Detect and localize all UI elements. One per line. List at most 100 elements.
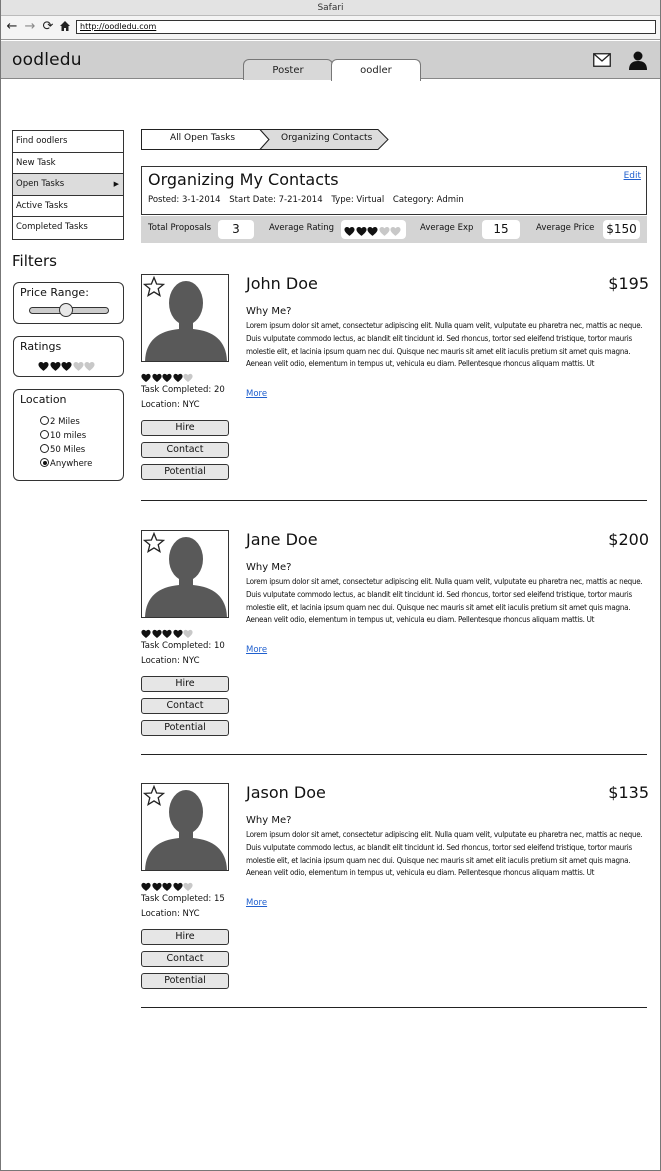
average-exp-label: Average Exp: [420, 223, 474, 233]
more-link[interactable]: More: [246, 898, 267, 908]
heart-icon: [355, 226, 367, 236]
potential-button[interactable]: Potential: [141, 973, 229, 989]
tasks-completed: Task Completed: 15: [141, 894, 225, 904]
app-header: oodledu Poster oodler: [1, 41, 660, 81]
average-price-value: $150: [603, 220, 640, 239]
price-range-slider-handle[interactable]: [59, 303, 73, 317]
hire-button[interactable]: Hire: [141, 420, 229, 436]
breadcrumb-item-organizing-contacts[interactable]: Organizing Contacts: [281, 133, 372, 143]
radio-button[interactable]: [40, 416, 49, 425]
radio-button[interactable]: [40, 444, 49, 453]
home-icon[interactable]: [58, 20, 72, 34]
back-arrow-icon[interactable]: ←: [5, 20, 19, 34]
mail-icon[interactable]: [593, 53, 611, 67]
candidate-photo[interactable]: [141, 274, 229, 362]
candidate-location: Location: NYC: [141, 400, 200, 410]
heart-icon: [183, 373, 193, 382]
hire-button[interactable]: Hire: [141, 676, 229, 692]
ratings-hearts[interactable]: [38, 357, 96, 376]
sidebar-item-new-task[interactable]: New Task: [13, 153, 123, 175]
average-exp-value: 15: [482, 220, 520, 239]
breadcrumb-item-all-open-tasks[interactable]: All Open Tasks: [170, 133, 235, 143]
url-bar[interactable]: http://oodledu.com: [76, 20, 656, 34]
candidate-location: Location: NYC: [141, 656, 200, 666]
location-option-anywhere[interactable]: Anywhere: [40, 458, 92, 470]
sidebar-item-open-tasks[interactable]: Open Tasks ▶: [13, 174, 123, 196]
radio-button-selected[interactable]: [40, 458, 49, 467]
heart-icon: [367, 226, 378, 236]
more-link[interactable]: More: [246, 389, 267, 399]
hire-button[interactable]: Hire: [141, 929, 229, 945]
heart-icon: [151, 882, 162, 891]
star-icon[interactable]: [143, 532, 165, 554]
reload-icon[interactable]: ⟳: [41, 20, 55, 34]
potential-button[interactable]: Potential: [141, 464, 229, 480]
heart-icon: [183, 882, 193, 891]
tab-oodler[interactable]: oodler: [331, 59, 421, 81]
heart-icon: [49, 361, 61, 371]
average-rating-hearts: [344, 224, 402, 243]
sidebar-item-find-oodlers[interactable]: Find oodlers: [13, 131, 123, 153]
tasks-completed: Task Completed: 10: [141, 641, 225, 651]
contact-button[interactable]: Contact: [141, 698, 229, 714]
edit-link[interactable]: Edit: [624, 171, 641, 181]
location-option-50-miles[interactable]: 50 Miles: [40, 444, 85, 456]
task-start-date: Start Date: 7-21-2014: [229, 195, 323, 205]
candidate-photo[interactable]: [141, 530, 229, 618]
heart-icon: [141, 882, 151, 891]
heart-icon: [344, 226, 355, 236]
heart-icon: [378, 226, 390, 236]
more-link[interactable]: More: [246, 645, 267, 655]
sidebar-item-label: New Task: [16, 157, 56, 168]
heart-icon: [390, 226, 401, 236]
tab-poster[interactable]: Poster: [243, 59, 333, 80]
ratings-label: Ratings: [20, 340, 62, 353]
sidebar-item-completed-tasks[interactable]: Completed Tasks: [13, 217, 123, 239]
star-icon[interactable]: [143, 276, 165, 298]
heart-icon: [172, 882, 183, 891]
candidate-name[interactable]: Jason Doe: [246, 783, 326, 802]
sidebar-item-active-tasks[interactable]: Active Tasks: [13, 196, 123, 218]
star-icon[interactable]: [143, 785, 165, 807]
why-me-label: Why Me?: [246, 306, 292, 317]
candidate-price: $195: [608, 274, 649, 293]
location-option-label: 2 Miles: [50, 417, 80, 427]
heart-icon: [162, 373, 172, 382]
candidate-name[interactable]: Jane Doe: [246, 530, 318, 549]
task-category: Category: Admin: [392, 195, 464, 205]
location-filter: Location 2 Miles 10 miles 50 Miles Anywh…: [13, 389, 124, 481]
task-type: Type: Virtual: [331, 195, 385, 205]
forward-arrow-icon[interactable]: →: [23, 20, 37, 34]
candidate-card: Task Completed: 10 Location: NYC Hire Co…: [141, 530, 649, 750]
candidate-name[interactable]: John Doe: [246, 274, 318, 293]
location-option-2-miles[interactable]: 2 Miles: [40, 416, 80, 428]
location-option-label: 10 miles: [50, 431, 87, 441]
heart-icon: [72, 361, 84, 371]
location-label: Location: [20, 393, 67, 406]
user-icon[interactable]: [628, 50, 648, 70]
candidate-bio: Lorem ipsum dolor sit amet, consectetur …: [246, 321, 643, 369]
total-proposals-value: 3: [218, 220, 254, 239]
contact-button[interactable]: Contact: [141, 442, 229, 458]
average-rating-value: [341, 220, 406, 239]
price-range-label: Price Range:: [20, 286, 89, 299]
heart-icon: [172, 373, 183, 382]
task-title: Organizing My Contacts: [148, 170, 339, 189]
location-option-10-miles[interactable]: 10 miles: [40, 430, 86, 442]
candidate-location: Location: NYC: [141, 909, 200, 919]
card-divider: [141, 500, 647, 501]
heart-icon: [141, 373, 151, 382]
filters-title: Filters: [12, 252, 57, 270]
radio-button[interactable]: [40, 430, 49, 439]
location-option-label: 50 Miles: [50, 445, 86, 455]
stats-bar: Total Proposals 3 Average Rating Average…: [141, 216, 647, 243]
heart-icon: [162, 882, 172, 891]
why-me-label: Why Me?: [246, 815, 292, 826]
app-logo[interactable]: oodledu: [12, 50, 82, 70]
candidate-photo[interactable]: [141, 783, 229, 871]
sidebar-item-label: Active Tasks: [16, 200, 68, 211]
browser-toolbar: ← → ⟳ http://oodledu.com: [1, 16, 660, 40]
candidate-price: $135: [608, 783, 649, 802]
potential-button[interactable]: Potential: [141, 720, 229, 736]
contact-button[interactable]: Contact: [141, 951, 229, 967]
